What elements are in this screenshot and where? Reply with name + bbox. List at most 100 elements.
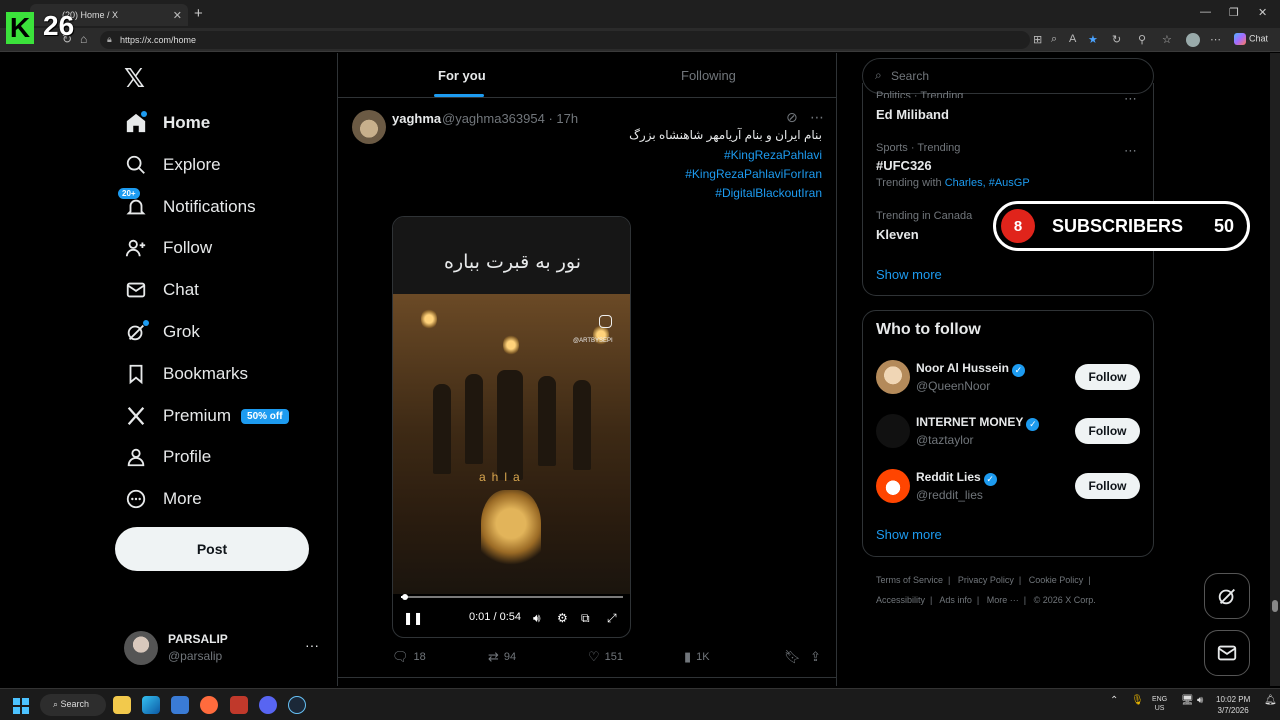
footer-link[interactable]: Cookie Policy xyxy=(1029,575,1084,585)
nav-item-profile[interactable]: Profile xyxy=(124,442,211,472)
scrollbar-thumb[interactable] xyxy=(1272,600,1278,612)
post-button[interactable]: Post xyxy=(115,527,309,571)
trend-more-icon[interactable]: ⋯ xyxy=(1124,91,1137,107)
hashtag-link[interactable]: #DigitalBlackoutIran xyxy=(522,186,822,200)
footer-link[interactable]: Terms of Service xyxy=(876,575,943,585)
search-input[interactable]: ⌕ Search xyxy=(862,58,1154,94)
volume-icon[interactable]: 🔊︎ xyxy=(533,611,541,626)
views-button[interactable]: ▮ 1K xyxy=(684,649,710,665)
like-button[interactable]: ♡ 151 xyxy=(588,649,623,665)
hashtag-link[interactable]: #KingRezaPahlavi xyxy=(522,148,822,162)
avatar[interactable] xyxy=(876,414,910,448)
browser-profile-avatar[interactable] xyxy=(1186,33,1200,47)
post-more-icon[interactable]: ⋯ xyxy=(810,109,824,126)
trend-more-icon[interactable]: ⋯ xyxy=(1124,143,1137,159)
nav-item-bookmarks[interactable]: Bookmarks xyxy=(124,359,248,389)
read-aloud-icon[interactable]: A xyxy=(1069,33,1076,45)
favorites-icon[interactable]: ☆ xyxy=(1162,33,1172,46)
network-icon[interactable]: 🖥︎ xyxy=(1181,695,1194,706)
nav-item-chat[interactable]: Chat xyxy=(124,275,199,305)
video-player[interactable]: نور به قبرت بباره @ARTBYSEPI ahla ❚❚ 0:0… xyxy=(392,216,631,638)
follow-button[interactable]: Follow xyxy=(1075,364,1140,390)
trend-title[interactable]: Ed Miliband xyxy=(876,107,949,122)
grok-explain-icon[interactable]: ⊘ xyxy=(786,109,798,126)
share-button[interactable]: ⇪ xyxy=(810,649,826,665)
messages-floating-button[interactable] xyxy=(1204,630,1250,676)
windows-start-icon[interactable] xyxy=(13,698,29,714)
input-language[interactable]: ENG US xyxy=(1152,695,1167,713)
system-clock[interactable]: 10:02 PM 3/7/2026 xyxy=(1216,694,1250,716)
suggested-account-name[interactable]: INTERNET MONEY ✓ xyxy=(916,415,1040,431)
nav-item-premium[interactable]: Premium 50% off xyxy=(124,401,289,431)
minimize-button[interactable]: — xyxy=(1200,6,1211,18)
footer-link[interactable]: Ads info xyxy=(939,595,972,605)
nav-item-follow[interactable]: Follow xyxy=(124,233,212,263)
trend-title[interactable]: #UFC326 xyxy=(876,158,932,173)
close-window-button[interactable]: ✕ xyxy=(1258,6,1267,19)
bookmark-post-button[interactable]: 🔖︎ xyxy=(784,649,806,665)
zoom-icon[interactable]: ⌕ xyxy=(1051,33,1057,46)
apps-icon[interactable]: ⊞ xyxy=(1033,33,1042,46)
video-editor-icon[interactable] xyxy=(230,696,248,714)
nav-item-home[interactable]: Home xyxy=(124,108,210,138)
tab-for-you[interactable]: For you xyxy=(438,68,486,83)
tray-overflow-icon[interactable]: ⌃ xyxy=(1110,695,1118,706)
who-to-follow-show-more-link[interactable]: Show more xyxy=(876,527,942,542)
more-dots-icon[interactable]: ··· xyxy=(305,637,319,653)
extensions-icon[interactable]: ⚲ xyxy=(1138,33,1146,46)
trend-related-links[interactable]: Charles, #AusGP xyxy=(945,177,1030,189)
refresh-extension-icon[interactable]: ↻ xyxy=(1112,33,1121,46)
nav-item-grok[interactable]: Grok xyxy=(124,317,200,347)
store-icon[interactable] xyxy=(171,696,189,714)
footer-link[interactable]: More ··· xyxy=(987,595,1019,605)
suggested-account-name[interactable]: Noor Al Hussein ✓ xyxy=(916,361,1025,377)
avatar[interactable] xyxy=(876,360,910,394)
notification-center-icon[interactable]: 🔔︎ xyxy=(1264,695,1277,706)
post-author-name[interactable]: yaghma xyxy=(392,111,441,126)
copilot-chat-button[interactable]: Chat xyxy=(1234,33,1268,45)
avatar[interactable] xyxy=(876,469,910,503)
grok-floating-button[interactable] xyxy=(1204,573,1250,619)
microphone-icon[interactable]: 🎙︎ xyxy=(1131,695,1144,706)
fullscreen-icon[interactable]: ⤢ xyxy=(607,611,617,626)
url-field[interactable]: 🔒︎ https://x.com/home xyxy=(100,31,1030,49)
home-browser-icon[interactable]: ⌂ xyxy=(80,32,87,46)
suggested-account-name[interactable]: Reddit Lies ✓ xyxy=(916,470,997,486)
post-author-meta[interactable]: @yaghma363954 · 17h xyxy=(442,111,578,126)
nav-item-explore[interactable]: Explore xyxy=(124,150,221,180)
new-tab-button[interactable]: + xyxy=(194,5,203,22)
nav-item-notifications[interactable]: 20+ Notifications xyxy=(118,188,256,222)
steam-icon[interactable] xyxy=(288,696,306,714)
footer-link[interactable]: Accessibility xyxy=(876,595,925,605)
browser-menu-icon[interactable]: ⋯ xyxy=(1210,33,1221,46)
trend-title[interactable]: Kleven xyxy=(876,227,919,242)
tab-following[interactable]: Following xyxy=(681,68,736,83)
taskbar-search[interactable]: ⌕ Search xyxy=(40,694,106,716)
account-switcher[interactable]: PARSALIP @parsalip ··· xyxy=(124,631,324,667)
reply-button[interactable]: 🗨︎ 18 xyxy=(392,649,426,665)
pause-icon[interactable]: ❚❚ xyxy=(403,611,423,625)
repost-button[interactable]: ⇄ 94 xyxy=(488,649,516,665)
edge-browser-icon[interactable] xyxy=(142,696,160,714)
maximize-button[interactable]: ❐ xyxy=(1229,6,1239,19)
volume-icon[interactable]: 🔊︎ xyxy=(1197,695,1203,706)
trends-show-more-link[interactable]: Show more xyxy=(876,267,942,282)
post-author-avatar[interactable] xyxy=(352,110,386,144)
video-progress-knob[interactable] xyxy=(402,594,409,600)
nav-item-more[interactable]: More xyxy=(124,484,202,514)
follow-button[interactable]: Follow xyxy=(1075,473,1140,499)
picture-in-picture-icon[interactable]: ⧉ xyxy=(581,611,590,626)
file-explorer-icon[interactable] xyxy=(113,696,131,714)
hashtag-link[interactable]: #KingRezaPahlaviForIran xyxy=(522,167,822,181)
tab-close-icon[interactable]: ✕ xyxy=(173,9,182,22)
video-progress-bar[interactable] xyxy=(401,594,623,600)
video-frame[interactable]: @ARTBYSEPI ahla xyxy=(393,294,630,594)
x-logo-icon[interactable]: 𝕏 xyxy=(124,63,145,94)
discord-icon[interactable] xyxy=(259,696,277,714)
follow-button[interactable]: Follow xyxy=(1075,418,1140,444)
favorite-star-icon[interactable]: ★ xyxy=(1088,33,1098,46)
footer-link[interactable]: Privacy Policy xyxy=(958,575,1014,585)
firefox-icon[interactable] xyxy=(200,696,218,714)
page-scrollbar[interactable] xyxy=(1270,53,1280,686)
settings-icon[interactable]: ⚙ xyxy=(557,611,568,625)
